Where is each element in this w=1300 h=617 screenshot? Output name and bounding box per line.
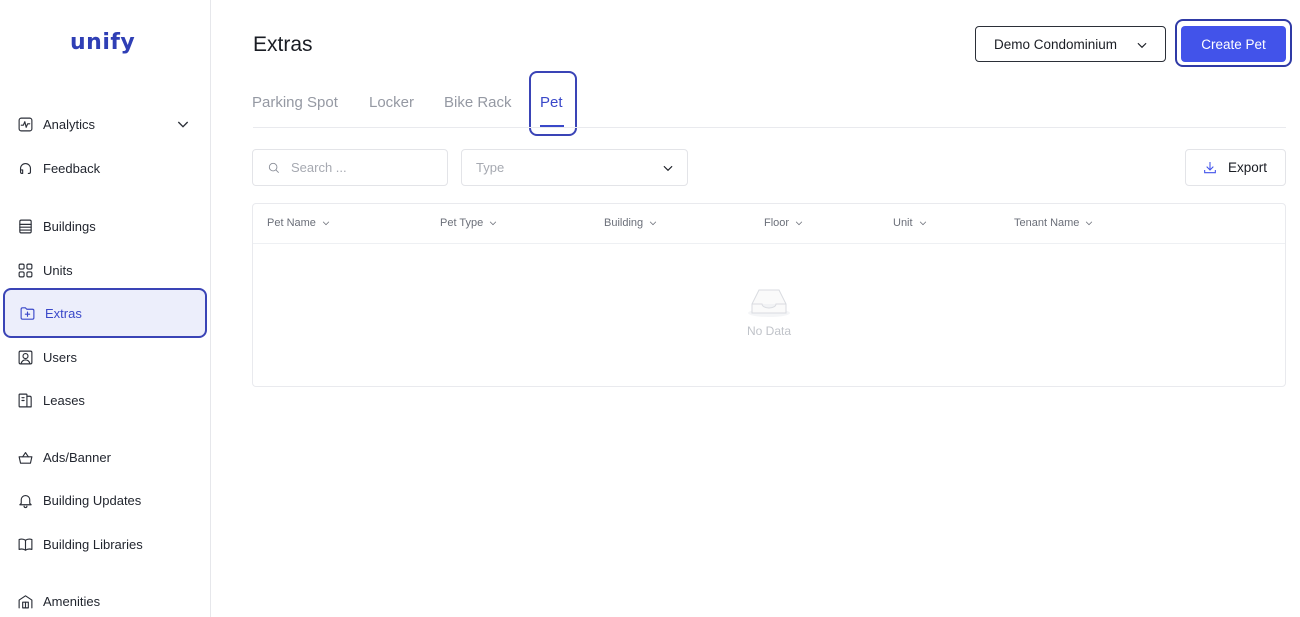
folder-plus-icon	[18, 304, 36, 322]
sidebar-item-label: Analytics	[43, 116, 96, 132]
sidebar-item-feedback[interactable]: Feedback	[3, 148, 207, 188]
column-header-floor[interactable]: Floor	[764, 217, 804, 229]
pets-table: Pet Name Pet Type Building Floor Unit Te…	[252, 203, 1286, 387]
bell-icon	[16, 491, 34, 509]
column-header-pet-type[interactable]: Pet Type	[440, 217, 498, 229]
basket-icon	[16, 448, 34, 466]
sidebar-item-units[interactable]: Units	[3, 250, 207, 290]
sidebar-item-buildings[interactable]: Buildings	[3, 206, 207, 246]
column-header-building[interactable]: Building	[604, 217, 658, 229]
headphones-icon	[16, 159, 34, 177]
empty-inbox-icon	[748, 289, 790, 317]
sidebar-item-analytics[interactable]: Analytics	[3, 104, 207, 144]
column-header-tenant-name[interactable]: Tenant Name	[1014, 217, 1094, 229]
condominium-select[interactable]: Demo Condominium	[975, 26, 1166, 62]
sidebar-item-label: Amenities	[43, 593, 101, 609]
tabs-divider	[253, 127, 1286, 128]
sidebar-item-label: Ads/Banner	[43, 449, 111, 465]
sidebar-item-label: Feedback	[43, 160, 101, 176]
chevron-down-icon	[919, 221, 926, 226]
sidebar-item-label: Users	[43, 349, 77, 365]
column-header-label: Pet Name	[267, 217, 316, 229]
user-square-icon	[16, 348, 34, 366]
sidebar-item-leases[interactable]: Leases	[3, 380, 207, 420]
sidebar-item-building-updates[interactable]: Building Updates	[3, 480, 207, 520]
export-button[interactable]: Export	[1185, 149, 1286, 186]
table-header: Pet Name Pet Type Building Floor Unit Te…	[253, 204, 1285, 244]
sidebar-item-label: Building Libraries	[43, 536, 143, 552]
lease-icon	[16, 391, 34, 409]
sidebar-item-label: Building Updates	[43, 492, 142, 508]
chevron-down-icon	[649, 221, 657, 226]
column-header-label: Building	[604, 217, 644, 229]
sidebar-item-label: Extras	[45, 305, 82, 321]
sidebar-item-label: Buildings	[43, 218, 96, 234]
search-input[interactable]	[291, 160, 431, 175]
sidebar-item-users[interactable]: Users	[3, 337, 207, 377]
type-select-placeholder: Type	[476, 160, 505, 175]
activity-icon	[16, 115, 34, 133]
type-select[interactable]: Type	[461, 149, 688, 186]
chevron-down-icon	[490, 221, 497, 226]
tab-locker[interactable]: Locker	[369, 94, 414, 111]
sidebar-item-amenities[interactable]: Amenities	[3, 581, 207, 617]
search-box	[252, 149, 448, 186]
tab-active-indicator	[540, 125, 564, 127]
chevron-down-icon	[1135, 38, 1149, 55]
chevron-down-icon	[795, 221, 803, 226]
export-label: Export	[1228, 160, 1268, 175]
column-header-label: Unit	[893, 217, 913, 229]
sidebar-item-label: Leases	[43, 392, 85, 408]
sidebar: unify Analytics Feedback Buildings Units…	[0, 0, 211, 617]
building-icon	[16, 217, 34, 235]
tab-parking-spot[interactable]: Parking Spot	[252, 94, 338, 111]
chevron-down-icon[interactable]	[175, 116, 191, 132]
sidebar-item-ads-banner[interactable]: Ads/Banner	[3, 437, 207, 477]
sidebar-item-extras[interactable]: Extras	[3, 288, 207, 338]
column-header-label: Tenant Name	[1014, 217, 1080, 229]
column-header-unit[interactable]: Unit	[893, 217, 928, 229]
chevron-down-icon	[322, 221, 330, 226]
sidebar-item-building-libraries[interactable]: Building Libraries	[3, 524, 207, 564]
column-header-label: Floor	[764, 217, 790, 229]
sidebar-item-label: Units	[43, 262, 73, 278]
search-icon	[268, 162, 279, 173]
create-pet-button[interactable]: Create Pet	[1181, 26, 1286, 62]
amenity-icon	[16, 592, 34, 610]
condominium-select-value: Demo Condominium	[994, 36, 1118, 52]
page-title: Extras	[253, 33, 313, 56]
empty-state-text: No Data	[746, 324, 792, 338]
tab-bike-rack[interactable]: Bike Rack	[444, 94, 512, 111]
download-icon	[1204, 161, 1216, 173]
chevron-down-icon	[1086, 221, 1093, 226]
book-icon	[16, 535, 34, 553]
column-header-label: Pet Type	[440, 217, 484, 229]
column-header-pet-name[interactable]: Pet Name	[267, 217, 331, 229]
chevron-down-icon	[661, 161, 675, 178]
empty-state: No Data	[253, 284, 1285, 338]
app-logo[interactable]: unify	[70, 30, 135, 55]
grid-icon	[16, 261, 34, 279]
